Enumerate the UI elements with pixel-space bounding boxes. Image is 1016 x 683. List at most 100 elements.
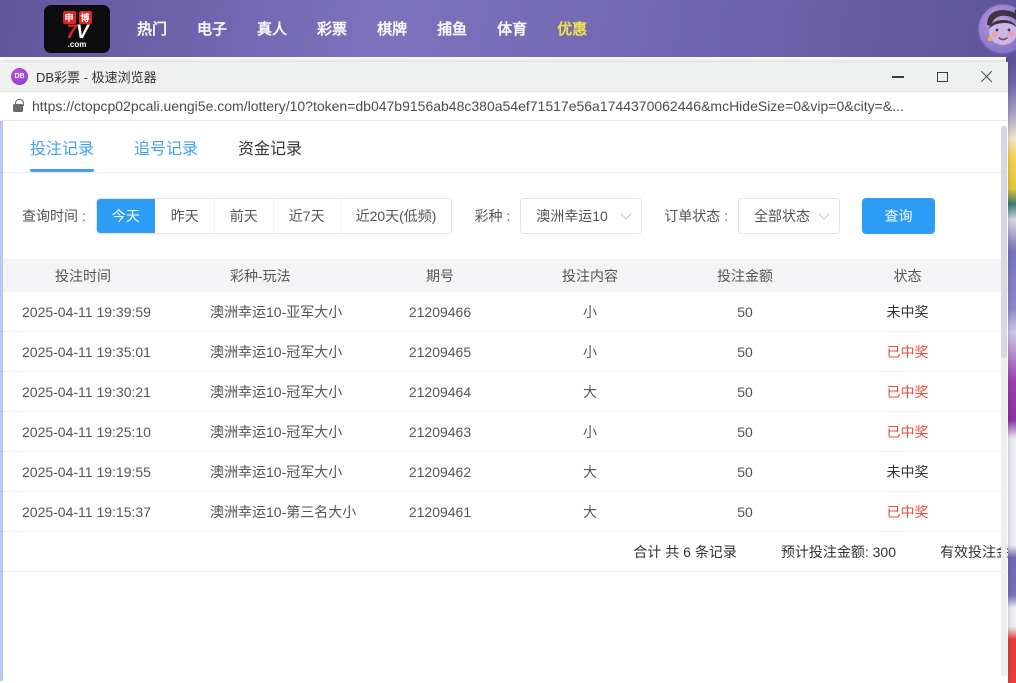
cell-game: 澳洲幸运10-冠军大小 [195, 462, 375, 482]
cell-content: 小 [505, 342, 675, 362]
time-option-3[interactable]: 近7天 [273, 199, 340, 233]
cell-amount: 50 [675, 464, 815, 480]
cell-game: 澳洲幸运10-冠军大小 [195, 342, 375, 362]
search-button[interactable]: 查询 [862, 198, 935, 234]
time-option-2[interactable]: 前天 [214, 199, 273, 233]
chevron-down-icon [621, 208, 632, 219]
nav-item-6[interactable]: 体育 [482, 8, 542, 49]
url-text: https://ctopcp02pcali.uengi5e.com/lotter… [32, 98, 904, 114]
time-option-1[interactable]: 昨天 [155, 199, 214, 233]
favicon-text: DB [14, 73, 24, 80]
lottery-select-value: 澳洲幸运10 [536, 206, 608, 226]
cell-amount: 50 [675, 304, 815, 320]
cell-issue: 21209464 [375, 384, 505, 400]
cell-amount: 50 [675, 424, 815, 440]
nav-item-7[interactable]: 优惠 [542, 8, 602, 49]
table-row: 2025-04-11 19:19:55澳洲幸运10-冠军大小21209462大5… [0, 452, 1008, 492]
cell-issue: 21209463 [375, 424, 505, 440]
cell-content: 小 [505, 302, 675, 322]
browser-window: DB DB彩票 - 极速浏览器 https://ctopcp02pcali.ue… [0, 62, 1008, 683]
nav-item-2[interactable]: 真人 [242, 8, 302, 49]
cell-issue: 21209466 [375, 304, 505, 320]
time-option-4[interactable]: 近20天(低频) [340, 199, 452, 233]
scrollbar[interactable] [1001, 125, 1007, 677]
order-status-value: 全部状态 [754, 206, 810, 226]
close-button[interactable] [964, 62, 1008, 91]
screen: 申 博 7V .com 热门电子真人彩票棋牌捕鱼体育优惠 [0, 0, 1016, 683]
window-titlebar[interactable]: DB DB彩票 - 极速浏览器 [0, 62, 1008, 91]
column-header-0: 投注时间 [0, 266, 195, 286]
page-content: 投注记录追号记录资金记录 查询时间 : 今天昨天前天近7天近20天(低频) 彩种… [0, 121, 1008, 681]
top-nav-items: 热门电子真人彩票棋牌捕鱼体育优惠 [122, 8, 602, 49]
cell-time: 2025-04-11 19:25:10 [0, 424, 195, 440]
nav-item-1[interactable]: 电子 [182, 8, 242, 49]
cell-time: 2025-04-11 19:30:21 [0, 384, 195, 400]
cell-status: 未中奖 [815, 462, 1000, 482]
cell-time: 2025-04-11 19:19:55 [0, 464, 195, 480]
order-status-label: 订单状态 : [664, 206, 728, 226]
minimize-button[interactable] [876, 62, 920, 91]
lock-icon [13, 104, 23, 112]
table-row: 2025-04-11 19:25:10澳洲幸运10-冠军大小21209463小5… [0, 412, 1008, 452]
address-bar[interactable]: https://ctopcp02pcali.uengi5e.com/lotter… [0, 91, 1008, 121]
avatar-illustration [977, 3, 1016, 55]
column-header-1: 彩种-玩法 [195, 266, 375, 286]
nav-item-0[interactable]: 热门 [122, 8, 182, 49]
cell-issue: 21209462 [375, 464, 505, 480]
maximize-icon [937, 72, 948, 82]
nav-item-5[interactable]: 捕鱼 [422, 8, 482, 49]
maximize-button[interactable] [920, 62, 964, 91]
summary-valid-amount: 有效投注金额 [940, 542, 1008, 562]
cell-time: 2025-04-11 19:15:37 [0, 504, 195, 520]
cell-content: 大 [505, 382, 675, 402]
cell-amount: 50 [675, 344, 815, 360]
cell-game: 澳洲幸运10-冠军大小 [195, 382, 375, 402]
cell-status: 已中奖 [815, 502, 1000, 522]
table-row: 2025-04-11 19:35:01澳洲幸运10-冠军大小21209465小5… [0, 332, 1008, 372]
summary-expected-amount: 预计投注金额: 300 [781, 542, 896, 562]
cell-game: 澳洲幸运10-第三名大小 [195, 502, 375, 522]
window-controls [876, 62, 1008, 91]
table-row: 2025-04-11 19:39:59澳洲幸运10-亚军大小21209466小5… [0, 292, 1008, 332]
nav-item-4[interactable]: 棋牌 [362, 8, 422, 49]
tab-2[interactable]: 资金记录 [238, 121, 302, 172]
cell-status: 已中奖 [815, 382, 1000, 402]
close-icon [980, 70, 993, 83]
time-filter-label: 查询时间 : [22, 206, 86, 226]
cell-content: 大 [505, 462, 675, 482]
lottery-filter-label: 彩种 : [474, 206, 510, 226]
summary-row: 合计 共 6 条记录 预计投注金额: 300 有效投注金额 [0, 532, 1008, 572]
cell-status: 已中奖 [815, 342, 1000, 362]
cell-amount: 50 [675, 504, 815, 520]
minimize-icon [892, 76, 904, 78]
tab-0[interactable]: 投注记录 [30, 121, 94, 172]
cell-status: 未中奖 [815, 302, 1000, 322]
site-favicon: DB [11, 68, 28, 85]
cell-amount: 50 [675, 384, 815, 400]
site-logo[interactable]: 申 博 7V .com [44, 5, 110, 53]
user-avatar[interactable] [977, 3, 1016, 55]
top-navbar: 申 博 7V .com 热门电子真人彩票棋牌捕鱼体育优惠 [0, 0, 1016, 57]
tab-1[interactable]: 追号记录 [134, 121, 198, 172]
column-header-5: 状态 [815, 266, 1000, 286]
cell-issue: 21209465 [375, 344, 505, 360]
table-row: 2025-04-11 19:15:37澳洲幸运10-第三名大小21209461大… [0, 492, 1008, 532]
window-title: DB彩票 - 极速浏览器 [36, 67, 157, 86]
summary-total: 合计 共 6 条记录 [633, 542, 736, 562]
cell-time: 2025-04-11 19:35:01 [0, 344, 195, 360]
column-header-4: 投注金额 [675, 266, 815, 286]
cell-content: 小 [505, 422, 675, 442]
cell-issue: 21209461 [375, 504, 505, 520]
order-status-select[interactable]: 全部状态 [738, 198, 840, 234]
logo-main-text: 7V [66, 24, 87, 41]
window-left-edge [0, 121, 3, 681]
cell-game: 澳洲幸运10-冠军大小 [195, 422, 375, 442]
scrollbar-thumb[interactable] [1001, 126, 1007, 358]
lottery-select[interactable]: 澳洲幸运10 [520, 198, 642, 234]
nav-item-3[interactable]: 彩票 [302, 8, 362, 49]
cell-content: 大 [505, 502, 675, 522]
table-header: 投注时间彩种-玩法期号投注内容投注金额状态 [0, 259, 1008, 292]
table-row: 2025-04-11 19:30:21澳洲幸运10-冠军大小21209464大5… [0, 372, 1008, 412]
time-option-0[interactable]: 今天 [97, 199, 155, 233]
column-header-3: 投注内容 [505, 266, 675, 286]
